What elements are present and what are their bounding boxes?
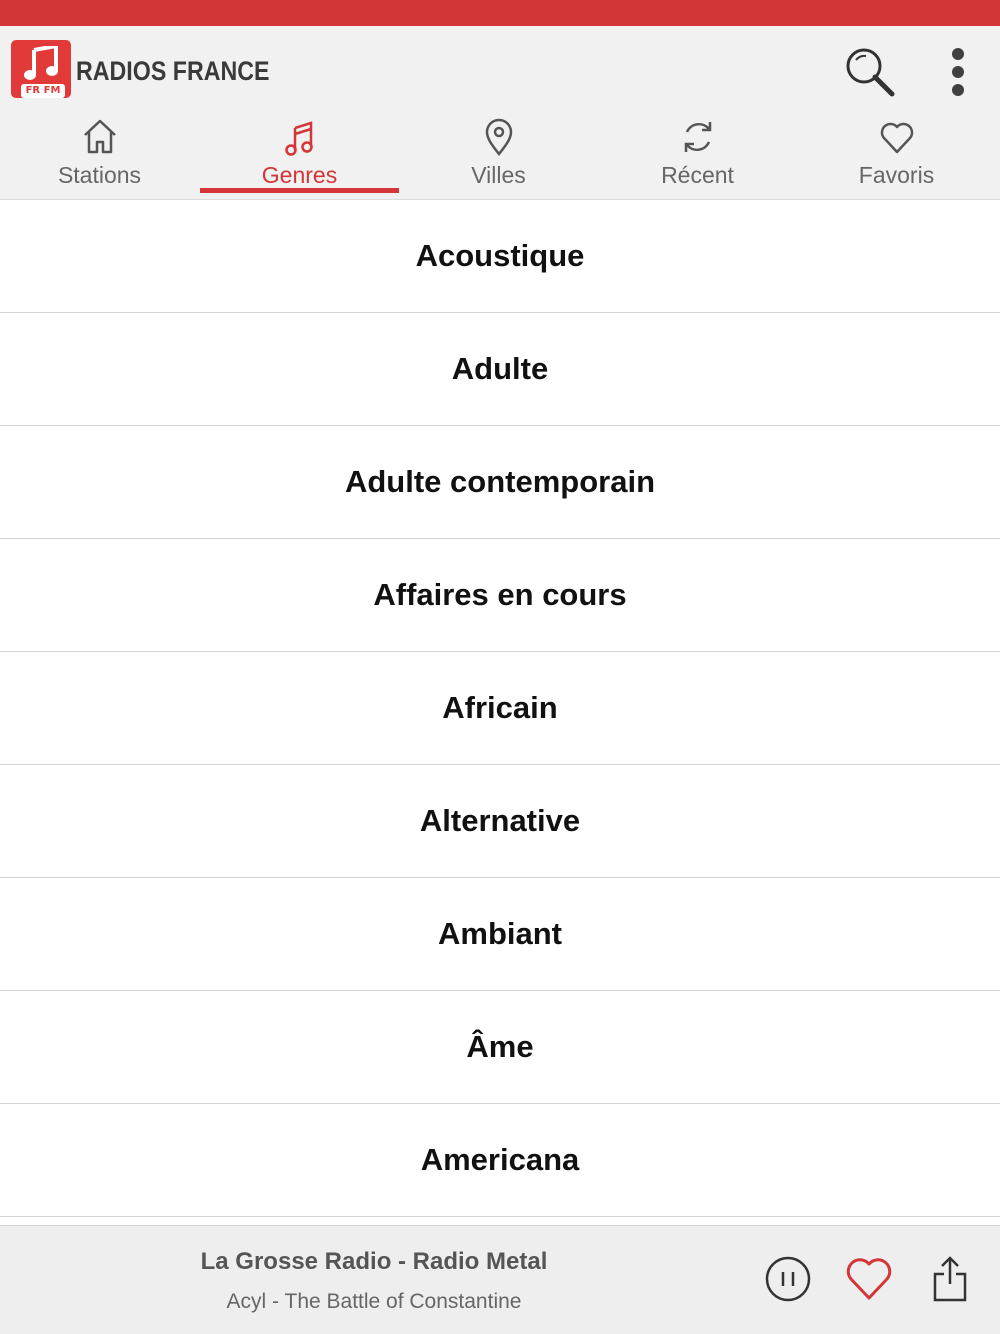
- list-item[interactable]: Adulte: [0, 313, 1000, 426]
- list-item[interactable]: Âme: [0, 991, 1000, 1104]
- more-menu-button[interactable]: [940, 44, 976, 100]
- tab-bar: Stations Genres Villes Récent Favoris: [0, 118, 1000, 198]
- home-icon: [84, 119, 116, 154]
- search-icon: [846, 48, 895, 97]
- app-title: RADIOS FRANCE: [76, 56, 270, 86]
- tab-stations[interactable]: Stations: [0, 118, 199, 198]
- tab-label: Stations: [57, 162, 142, 188]
- app-header: FR FM RADIOS FRANCE Stations Genres Vill…: [0, 26, 1000, 200]
- logo-badge: FR FM: [21, 84, 65, 98]
- tab-label: Favoris: [858, 162, 935, 188]
- list-item[interactable]: Adulte contemporain: [0, 426, 1000, 539]
- favorite-button[interactable]: [845, 1254, 893, 1304]
- now-playing-track: Acyl - The Battle of Constantine: [226, 1290, 522, 1313]
- list-item[interactable]: Alternative: [0, 765, 1000, 878]
- list-item[interactable]: Africain: [0, 652, 1000, 765]
- tab-label: Genres: [261, 162, 338, 188]
- list-item[interactable]: Americana: [0, 1104, 1000, 1217]
- heart-icon: [880, 122, 914, 154]
- pause-icon: [765, 1256, 811, 1302]
- tab-label: Villes: [471, 162, 526, 188]
- tab-villes[interactable]: Villes: [399, 118, 598, 198]
- share-button[interactable]: [926, 1254, 974, 1304]
- now-playing-bar: La Grosse Radio - Radio Metal Acyl - The…: [0, 1225, 1000, 1334]
- list-item[interactable]: Ambiant: [0, 878, 1000, 991]
- genre-list: Acoustique Adulte Adulte contemporain Af…: [0, 200, 1000, 1217]
- status-bar: [0, 0, 1000, 26]
- tab-label: Récent: [661, 162, 734, 188]
- tab-recent[interactable]: Récent: [598, 118, 797, 198]
- search-button[interactable]: [840, 44, 900, 100]
- pause-button[interactable]: [764, 1254, 812, 1304]
- active-tab-indicator: [200, 188, 399, 193]
- tab-genres[interactable]: Genres: [200, 118, 399, 198]
- music-note-icon: [285, 121, 313, 156]
- share-icon: [933, 1256, 967, 1302]
- list-item[interactable]: Acoustique: [0, 200, 1000, 313]
- heart-icon: [846, 1258, 892, 1300]
- now-playing-station[interactable]: La Grosse Radio - Radio Metal: [0, 1248, 748, 1276]
- list-item[interactable]: Affaires en cours: [0, 539, 1000, 652]
- app-logo: FR FM: [11, 40, 71, 98]
- location-pin-icon: [485, 118, 513, 156]
- refresh-icon: [684, 122, 712, 152]
- more-vertical-icon: [952, 48, 964, 60]
- music-note-icon: [24, 46, 58, 80]
- tab-favoris[interactable]: Favoris: [797, 118, 996, 198]
